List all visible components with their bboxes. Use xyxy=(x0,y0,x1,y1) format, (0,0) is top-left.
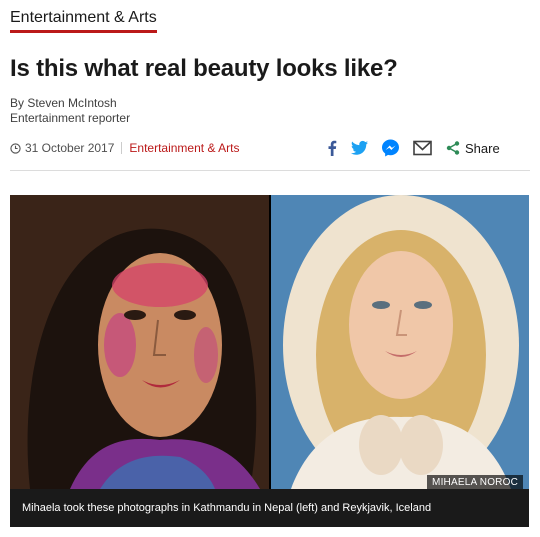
author-name: By Steven McIntosh xyxy=(10,96,117,110)
author-role: Entertainment reporter xyxy=(10,111,131,125)
article-figure: MIHAELA NOROC Mihaela took these photogr… xyxy=(10,195,529,527)
category-link[interactable]: Entertainment & Arts xyxy=(129,141,239,155)
share-label: Share xyxy=(465,140,500,156)
headline: Is this what real beauty looks like? xyxy=(10,55,398,82)
byline: By Steven McIntosh Entertainment reporte… xyxy=(10,96,130,126)
share-icon xyxy=(446,141,460,155)
photo-credit: MIHAELA NOROC xyxy=(427,475,523,490)
share-bar: Share xyxy=(327,138,500,158)
portrait-photo-nepal xyxy=(10,195,269,489)
divider xyxy=(10,170,530,171)
article-meta: 31 October 2017 Entertainment & Arts xyxy=(10,141,239,155)
portrait-photo-iceland xyxy=(271,195,529,489)
portrait-illustration-right xyxy=(271,195,529,489)
facebook-icon[interactable] xyxy=(327,139,337,157)
messenger-icon[interactable] xyxy=(382,139,399,157)
photo-caption: Mihaela took these photographs in Kathma… xyxy=(10,489,529,527)
email-icon[interactable] xyxy=(413,139,432,157)
publish-date: 31 October 2017 xyxy=(25,141,115,155)
meta-divider xyxy=(121,142,123,154)
clock-icon xyxy=(10,142,21,154)
portrait-illustration-left xyxy=(10,195,269,489)
twitter-icon[interactable] xyxy=(351,139,368,157)
share-button[interactable]: Share xyxy=(446,141,500,156)
section-link[interactable]: Entertainment & Arts xyxy=(10,9,157,33)
